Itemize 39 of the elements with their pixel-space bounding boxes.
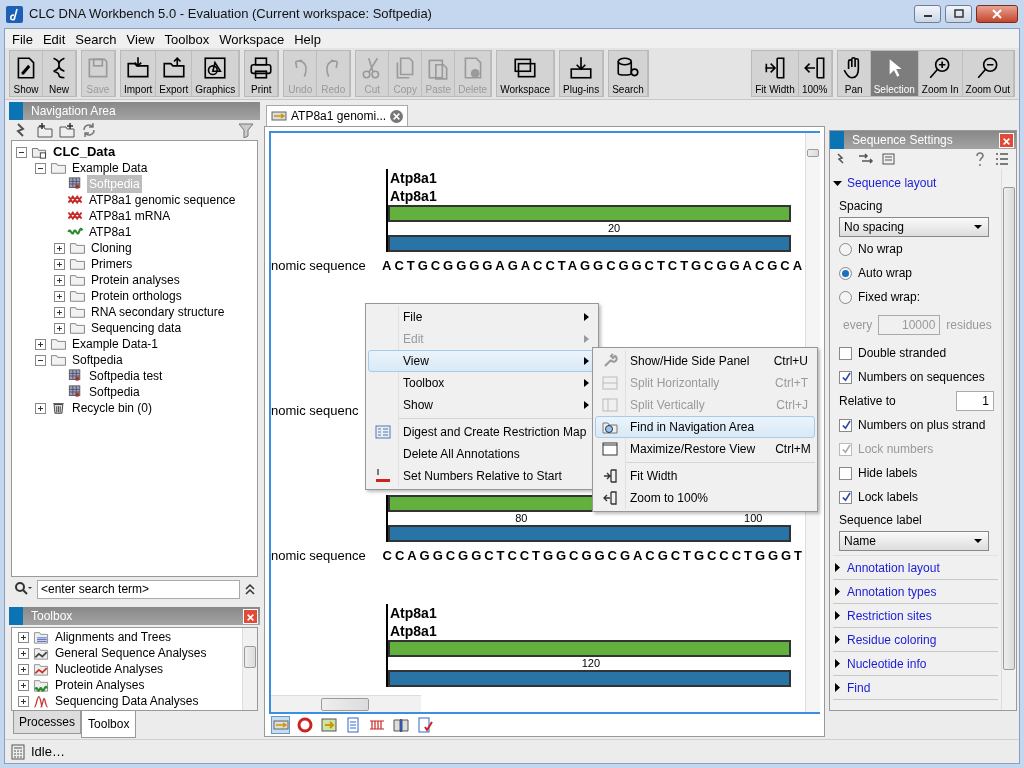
status-text: Idle… <box>31 742 65 761</box>
option-label: Lock labels <box>858 489 919 506</box>
shortcut-text: Ctrl+T <box>775 375 808 392</box>
field-label: Relative to <box>839 393 896 410</box>
sequence-label: Atp8a1 <box>389 622 438 640</box>
shortcut-text: Ctrl+J <box>776 397 808 414</box>
panel-title: Sequence Settings <box>852 132 953 149</box>
sequence-label: Atp8a1 <box>389 169 438 187</box>
panel-title: Navigation Area <box>31 103 116 120</box>
ruler-number: 20 <box>607 222 621 235</box>
option-label: Double stranded <box>858 345 947 362</box>
option-label: Numbers on sequences <box>858 369 985 386</box>
option-label: No wrap <box>858 241 903 258</box>
field-label: every <box>843 317 873 334</box>
ruler-number: 80 <box>515 512 528 525</box>
option-label: Numbers on plus strand <box>858 417 986 434</box>
sequence-name: nomic sequence <box>271 547 367 566</box>
sequence-label: Atp8a1 <box>389 187 438 205</box>
sequence-name: nomic sequence <box>271 257 367 276</box>
shortcut-text: Ctrl+M <box>775 441 811 458</box>
option-label: Hide labels <box>858 465 918 482</box>
option-label: Lock numbers <box>858 441 934 458</box>
ruler-number: 120 <box>581 657 601 670</box>
ruler-number: 100 <box>744 512 763 525</box>
field-label: Spacing <box>838 198 884 215</box>
shortcut-text: Ctrl+U <box>773 353 808 370</box>
sequence-text: CCAGGCGGCTCCTGGCGGCGACGCTGCCCTGGGT <box>381 547 805 566</box>
option-label: Auto wrap <box>858 265 913 282</box>
tab-label: ATP8a1 genomi... <box>291 108 387 125</box>
window-title: CLC DNA Workbench 5.0 - Evaluation (Current workspace: Softpedia) <box>29 5 432 24</box>
sequence-text: ACTGCGGGGAGACCTAGGCGGCTCTGCGGACGCA <box>381 257 805 276</box>
option-label: Fixed wrap: <box>858 289 921 306</box>
panel-title: Toolbox <box>31 608 73 625</box>
dropdown-value: Name <box>844 533 876 550</box>
dropdown-value: No spacing <box>844 219 905 236</box>
field-label: residues <box>946 317 992 334</box>
sequence-label: Atp8a1 <box>389 604 438 622</box>
field-label: Sequence label <box>838 512 923 529</box>
sequence-name: nomic sequenc <box>271 402 360 421</box>
